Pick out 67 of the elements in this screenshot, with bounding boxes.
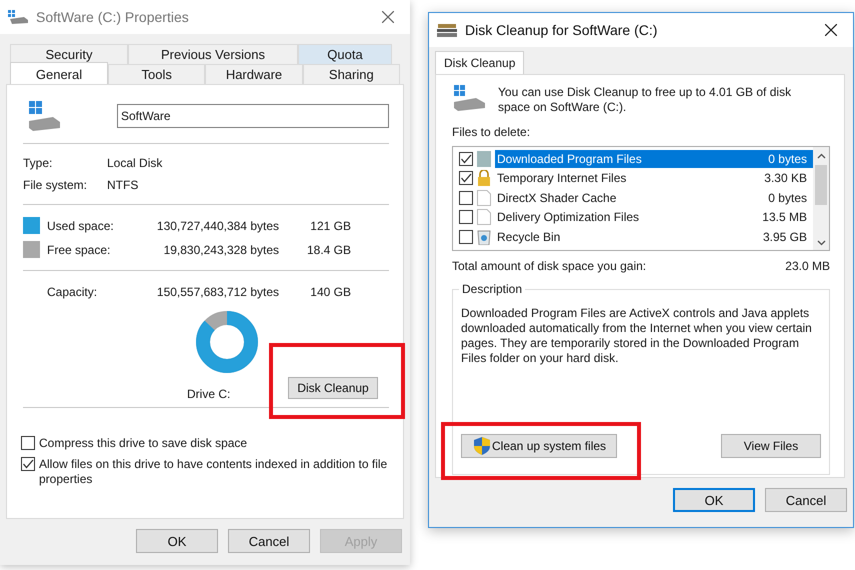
- tab[interactable]: Disk Cleanup: [435, 51, 524, 74]
- window-title: Disk Cleanup for SoftWare (C:): [465, 22, 658, 38]
- disk-cleanup-button[interactable]: Disk Cleanup: [288, 377, 378, 399]
- drive-name-field[interactable]: SoftWare: [117, 104, 389, 128]
- space-bytes: 19,830,243,328 bytes: [162, 242, 279, 256]
- info-value: NTFS: [107, 178, 138, 192]
- shield-icon: [474, 437, 490, 455]
- clean-up-system-files-button[interactable]: Clean up system files: [461, 434, 618, 458]
- legend-swatch: [23, 241, 40, 258]
- intro-text: You can use Disk Cleanup to free up to 4.01 GB of disk space on SoftWare (C:).: [498, 85, 792, 115]
- scroll-down-icon[interactable]: [816, 240, 826, 246]
- dialog-button[interactable]: Cancel: [765, 488, 847, 512]
- file-list-item[interactable]: Delivery Optimization Files 13.5 MB: [495, 208, 813, 226]
- total-label: Total amount of disk space you gain:: [452, 259, 646, 273]
- files-label: Files to delete:: [452, 125, 532, 139]
- scrollbar[interactable]: [813, 147, 829, 250]
- checkbox-label: Compress this drive to save disk space: [39, 436, 248, 451]
- space-label: Used space:: [47, 218, 115, 232]
- checkbox[interactable]: [459, 152, 473, 166]
- tab[interactable]: Security: [10, 44, 128, 64]
- file-icon: [477, 150, 491, 167]
- file-list-item[interactable]: Recycle Bin 3.95 GB: [495, 228, 813, 246]
- window-title: SoftWare (C:) Properties: [36, 9, 190, 25]
- dialog-button[interactable]: OK: [136, 529, 218, 553]
- space-label: Free space:: [47, 242, 112, 256]
- drive-icon: [452, 85, 486, 111]
- drive-label: Drive C:: [187, 386, 230, 401]
- scroll-up-icon[interactable]: [816, 153, 826, 159]
- group-title: Description: [459, 282, 526, 296]
- recycle-bin-icon: [477, 228, 491, 245]
- tab[interactable]: General: [10, 62, 108, 84]
- tab[interactable]: Sharing: [302, 64, 400, 84]
- info-value: Local Disk: [107, 156, 162, 170]
- document-icon: [477, 209, 491, 226]
- disk-cleanup-icon: [437, 23, 457, 37]
- checkbox[interactable]: [459, 171, 473, 186]
- space-bytes: 130,727,440,384 bytes: [156, 218, 279, 232]
- checkbox[interactable]: [21, 457, 35, 471]
- checkbox-label: Allow files on this drive to have contents indexed in addition to file properties: [39, 457, 388, 487]
- drive-icon: [8, 10, 28, 24]
- document-icon: [477, 190, 491, 206]
- legend-swatch: [23, 217, 40, 234]
- capacity-bytes: 150,557,683,712 bytes: [156, 284, 279, 298]
- tab[interactable]: Previous Versions: [128, 44, 298, 64]
- drive-icon: [27, 101, 61, 131]
- info-label: Type:: [23, 156, 54, 170]
- tab[interactable]: Quota: [298, 44, 392, 64]
- info-label: File system:: [23, 178, 88, 192]
- checkbox[interactable]: [459, 190, 473, 205]
- file-list-item[interactable]: DirectX Shader Cache 0 bytes: [495, 188, 813, 207]
- space-size: 121 GB: [309, 218, 351, 232]
- checkbox[interactable]: [21, 436, 35, 450]
- tab[interactable]: Hardware: [205, 64, 303, 84]
- file-list-item[interactable]: Temporary Internet Files 3.30 KB: [495, 169, 813, 188]
- space-size: 18.4 GB: [306, 242, 351, 256]
- lock-icon: [477, 170, 491, 186]
- checkbox[interactable]: [459, 230, 473, 244]
- file-list-item[interactable]: Downloaded Program Files 0 bytes: [495, 150, 813, 168]
- capacity-size: 140 GB: [309, 284, 351, 298]
- capacity-label: Capacity:: [47, 284, 98, 298]
- total-value: 23.0 MB: [785, 259, 830, 273]
- dialog-button[interactable]: OK: [673, 488, 755, 512]
- tab[interactable]: Tools: [108, 64, 206, 84]
- checkbox[interactable]: [459, 210, 473, 224]
- dialog-button[interactable]: Cancel: [228, 529, 310, 553]
- description-text: Downloaded Program Files are ActiveX controls and Java applets downloaded automatically from the Internet when you view certain pages. They are temporarily stored in the Downloaded Program Files folder on your hard disk.: [461, 306, 813, 366]
- view-files-button[interactable]: View Files: [721, 434, 821, 458]
